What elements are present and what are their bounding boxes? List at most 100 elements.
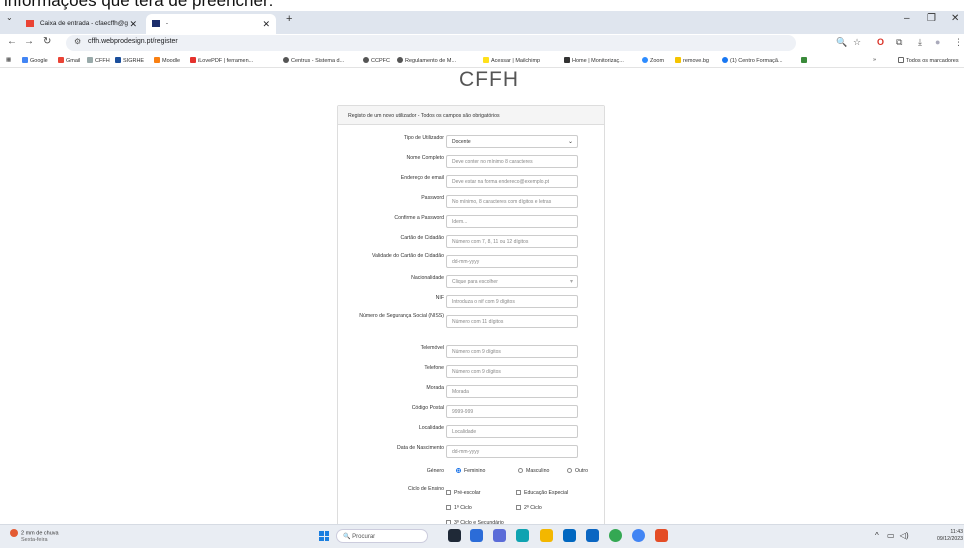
select-field[interactable]: Docente ⌄ <box>446 135 578 148</box>
gender-radio-feminino[interactable]: Feminino <box>456 468 485 474</box>
taskview-icon[interactable] <box>448 529 461 542</box>
text-input[interactable]: Localidade <box>446 425 578 438</box>
bookmark-mailchimp[interactable]: Acessar | Mailchimp <box>483 57 540 64</box>
new-tab-button[interactable]: + <box>286 13 292 25</box>
reload-icon[interactable]: ↻ <box>43 36 51 47</box>
field-label: Número de Segurança Social (NISS) <box>359 313 444 319</box>
address-bar[interactable]: ⚙ cffh.webprodesign.pt/register <box>66 35 796 51</box>
more-bookmarks-icon[interactable]: » <box>873 57 876 63</box>
panel-heading: Registo de um novo utilizador - Todos os… <box>338 106 604 125</box>
bookmark-ilovepdf[interactable]: iLovePDF | ferramen... <box>190 57 253 64</box>
bookmark-moodle[interactable]: Moodle <box>154 57 180 64</box>
text-input[interactable]: Introduza o nif com 9 dígitos <box>446 295 578 308</box>
text-input[interactable]: Deve estar na forma endereco@exemplo.pt <box>446 175 578 188</box>
bookmark-extra[interactable] <box>801 57 809 64</box>
windows-taskbar: 2 mm de chuva Sexta-feira 🔍 Procurar ^ ▭… <box>0 524 964 548</box>
site-icon <box>152 19 160 27</box>
widgets-icon[interactable] <box>470 529 483 542</box>
field-label: Nome Completo <box>406 155 444 161</box>
star-icon[interactable]: ☆ <box>853 37 861 48</box>
bookmark-removebg[interactable]: remove.bg <box>675 57 709 64</box>
chrome-icon[interactable] <box>609 529 622 542</box>
bookmark-monitorizacao[interactable]: Home | Monitorizaç... <box>564 57 624 64</box>
network-icon[interactable]: ▭ <box>887 531 895 540</box>
back-icon[interactable]: ← <box>7 36 17 47</box>
chrome-profile-icon[interactable] <box>632 529 645 542</box>
bookmark-google[interactable]: Google <box>22 57 48 64</box>
text-input[interactable]: Número com 9 dígitos <box>446 345 578 358</box>
windows-start-icon[interactable] <box>319 531 329 541</box>
bookmark-ccpfc[interactable]: CCPFC <box>363 57 390 64</box>
taskbar-clock[interactable]: 11:43 09/12/2023 <box>933 529 963 543</box>
forward-icon[interactable]: → <box>24 36 34 47</box>
close-tab-icon[interactable]: ✕ <box>129 14 137 34</box>
text-input[interactable]: dd-mm-yyyy <box>446 445 578 458</box>
taskbar-search[interactable]: 🔍 Procurar <box>336 529 428 543</box>
tab-title: Caixa de entrada - cfaecffh@g <box>39 20 128 27</box>
teams-icon[interactable] <box>493 529 506 542</box>
opera-extension-icon[interactable]: O <box>877 37 884 47</box>
minimize-icon[interactable]: – <box>904 13 910 24</box>
bookmark-centrus[interactable]: Centrus - Sistema d... <box>283 57 344 64</box>
text-input[interactable]: 9999-999 <box>446 405 578 418</box>
zoom-icon <box>642 57 648 63</box>
tab-search-icon[interactable]: ⌄ <box>6 13 13 22</box>
file-explorer-icon[interactable] <box>540 529 553 542</box>
bookmark-regulamento[interactable]: Regulamento de M... <box>397 57 456 64</box>
text-input[interactable]: Deve conter no mínimo 8 caracteres <box>446 155 578 168</box>
site-info-icon[interactable]: ⚙ <box>74 37 81 46</box>
cycle-checkbox[interactable]: Pré-escolar <box>446 490 481 496</box>
tab-gmail[interactable]: Caixa de entrada - cfaecffh@g ✕ <box>20 14 143 34</box>
text-input[interactable]: Número com 11 dígitos <box>446 315 578 328</box>
weather-widget[interactable]: 2 mm de chuva Sexta-feira <box>10 529 59 544</box>
edge-icon[interactable] <box>516 529 529 542</box>
tab-register[interactable]: - ✕ <box>146 14 276 34</box>
app-icon[interactable] <box>655 529 668 542</box>
bookmark-zoom[interactable]: Zoom <box>642 57 664 64</box>
extensions-icon[interactable]: ⧉ <box>896 37 902 48</box>
text-input[interactable]: Número com 7, 8, 11 ou 12 dígitos <box>446 235 578 248</box>
field-label: Data de Nascimento <box>397 445 444 451</box>
checkbox-icon <box>446 490 451 495</box>
maximize-icon[interactable]: ❐ <box>927 13 936 24</box>
download-icon[interactable]: ⤓ <box>918 37 922 48</box>
store-icon[interactable] <box>563 529 576 542</box>
text-input[interactable]: No mínimo, 8 caracteres com dígitos e le… <box>446 195 578 208</box>
volume-icon[interactable]: ◁) <box>900 531 909 540</box>
system-tray[interactable]: ^ ▭ ◁) <box>875 531 909 540</box>
facebook-icon <box>722 57 728 63</box>
field-placeholder: Localidade <box>452 429 477 435</box>
select-field[interactable]: Clique para escolher ▾ <box>446 275 578 288</box>
gender-radio-outro[interactable]: Outro <box>567 468 588 474</box>
menu-icon[interactable]: ⋮ <box>954 37 963 48</box>
field-label: Nacionalidade <box>411 275 444 281</box>
field-placeholder: 9999-999 <box>452 409 474 415</box>
site-logo: CFFH <box>459 69 519 91</box>
close-window-icon[interactable]: ✕ <box>951 13 959 24</box>
text-input[interactable]: Morada <box>446 385 578 398</box>
checkbox-icon <box>516 505 521 510</box>
text-input[interactable]: Número com 9 dígitos <box>446 365 578 378</box>
cycle-checkbox[interactable]: Educação Especial <box>516 490 568 496</box>
bookmark-centro-formacao[interactable]: (1) Centro Formaçã... <box>722 57 783 64</box>
outlook-icon[interactable] <box>586 529 599 542</box>
chevron-up-icon[interactable]: ^ <box>875 531 879 540</box>
weather-icon <box>10 529 18 537</box>
google-icon <box>22 57 28 63</box>
zoom-icon[interactable]: 🔍 <box>836 37 847 48</box>
tab-title: - <box>165 20 168 27</box>
close-tab-icon[interactable]: ✕ <box>262 14 270 34</box>
text-input[interactable]: dd-mm-yyyy <box>446 255 578 268</box>
bookmark-gmail[interactable]: Gmail <box>58 57 80 64</box>
bookmark-all[interactable]: Todos os marcadores <box>898 57 959 64</box>
field-placeholder: Idem... <box>452 219 468 225</box>
apps-icon[interactable]: ▦ <box>6 57 11 63</box>
bookmark-cffh[interactable]: CFFH <box>87 57 110 64</box>
cycle-checkbox[interactable]: 1º Ciclo <box>446 505 472 511</box>
bookmark-sigrhe[interactable]: SIGRHE <box>115 57 144 64</box>
radio-icon <box>456 468 461 473</box>
gender-radio-masculino[interactable]: Masculino <box>518 468 549 474</box>
text-input[interactable]: Idem... <box>446 215 578 228</box>
profile-icon[interactable]: ● <box>935 37 940 47</box>
cycle-checkbox[interactable]: 2º Ciclo <box>516 505 542 511</box>
